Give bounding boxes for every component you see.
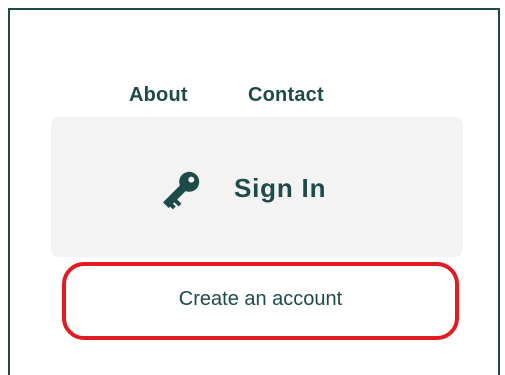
sign-in-label: Sign In [234,173,327,203]
nav-links: About Contact [10,84,498,110]
menu-panel: About Contact Sign In Create an account [8,8,500,375]
create-account-link[interactable]: Create an account [66,266,455,336]
sign-in-button[interactable]: Sign In [51,117,463,257]
nav-link-about[interactable]: About [129,84,188,107]
nav-link-contact[interactable]: Contact [248,84,324,107]
key-icon [156,167,204,215]
create-account-highlight: Create an account [62,262,459,340]
